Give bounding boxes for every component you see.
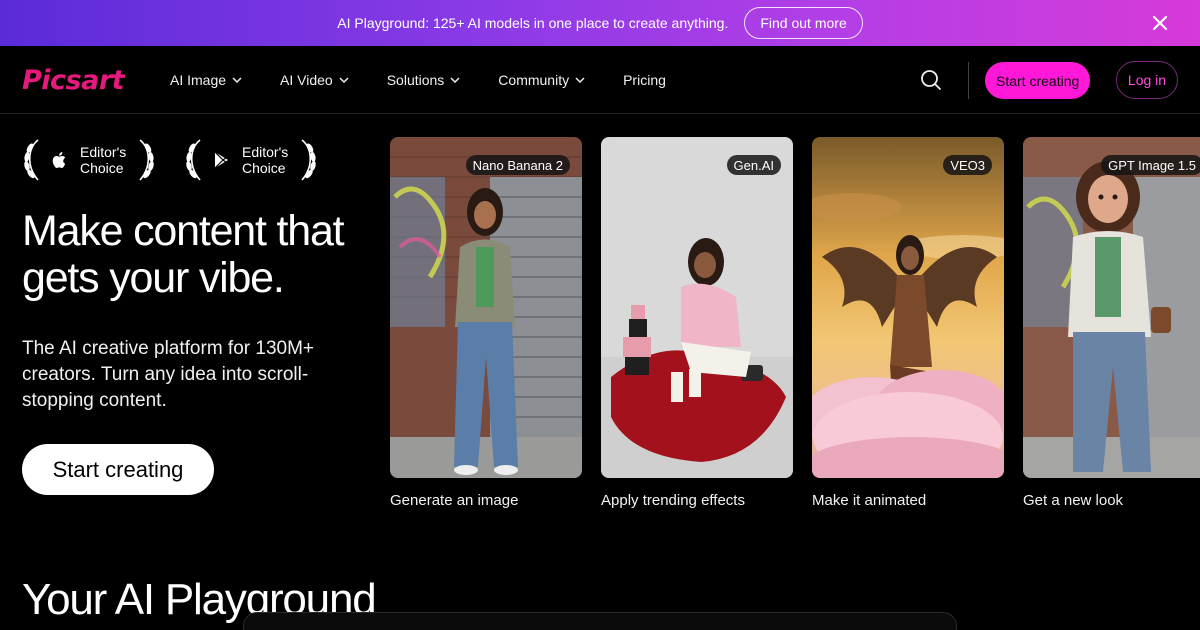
card-caption: Generate an image: [390, 492, 519, 509]
picsart-logo[interactable]: Picsart: [22, 65, 125, 96]
feature-card-effects[interactable]: Gen.AI Apply trending effects: [601, 137, 793, 509]
search-icon[interactable]: [920, 69, 942, 91]
feature-card-new-look[interactable]: GPT Image 1.5 Get a new look: [1023, 137, 1200, 509]
nav-item-ai-video[interactable]: AI Video: [280, 72, 349, 88]
model-badge: Nano Banana 2: [465, 155, 570, 175]
model-badge: VEO3: [943, 155, 992, 175]
model-badge: Gen.AI: [726, 155, 781, 175]
nav-item-pricing[interactable]: Pricing: [623, 72, 666, 88]
angel-cloud-image: [812, 137, 1004, 478]
card-caption: Apply trending effects: [601, 492, 745, 509]
street-portrait-image: [390, 137, 582, 478]
nav-item-ai-image[interactable]: AI Image: [170, 72, 242, 88]
awards-row: Editor's Choice Editor's Choice: [22, 138, 318, 182]
nav-item-label: Community: [498, 72, 570, 88]
model-badge: GPT Image 1.5: [1101, 155, 1200, 175]
award-text: Editor's Choice: [80, 144, 127, 176]
nav-menu: AI Image AI Video Solutions Community Pr…: [170, 46, 704, 114]
hero-title: Make content that gets your vibe.: [22, 207, 345, 302]
google-play-icon: [214, 151, 228, 169]
clay-figure-image: [1023, 137, 1200, 478]
login-button[interactable]: Log in: [1116, 61, 1178, 99]
top-nav: Picsart AI Image AI Video Solutions Comm…: [0, 46, 1200, 114]
studio-portrait-image: [601, 137, 793, 478]
award-apple: Editor's Choice: [22, 138, 156, 182]
laurel-left-icon: [24, 139, 39, 181]
promo-banner: AI Playground: 125+ AI models in one pla…: [0, 0, 1200, 46]
nav-item-label: AI Video: [280, 72, 333, 88]
find-out-more-button[interactable]: Find out more: [744, 7, 863, 39]
card-image: GPT Image 1.5: [1023, 137, 1200, 478]
feature-card-generate[interactable]: Nano Banana 2 Generate an image: [390, 137, 582, 509]
hero-start-creating-button[interactable]: Start creating: [22, 444, 214, 495]
start-creating-button[interactable]: Start creating: [985, 62, 1091, 99]
promo-text: AI Playground: 125+ AI models in one pla…: [337, 15, 729, 31]
card-caption: Get a new look: [1023, 492, 1124, 509]
nav-item-community[interactable]: Community: [498, 72, 585, 88]
card-image: Nano Banana 2: [390, 137, 582, 478]
chevron-down-icon: [232, 77, 242, 83]
card-image: Gen.AI: [601, 137, 793, 478]
playground-panel: [243, 612, 957, 630]
laurel-right-icon: [139, 139, 154, 181]
chevron-down-icon: [450, 77, 460, 83]
nav-item-label: Pricing: [623, 72, 666, 88]
chevron-down-icon: [575, 77, 585, 83]
nav-divider: [968, 62, 969, 99]
feature-card-animated[interactable]: VEO3 Make it animated: [812, 137, 1004, 509]
laurel-left-icon: [186, 139, 201, 181]
nav-item-solutions[interactable]: Solutions: [387, 72, 461, 88]
card-image: VEO3: [812, 137, 1004, 478]
laurel-right-icon: [301, 139, 316, 181]
close-icon[interactable]: [1150, 13, 1170, 33]
nav-item-label: Solutions: [386, 72, 445, 88]
award-google-play: Editor's Choice: [184, 138, 318, 182]
chevron-down-icon: [339, 77, 349, 83]
apple-icon: [52, 152, 66, 168]
card-caption: Make it animated: [812, 492, 927, 509]
hero-subtitle: The AI creative platform for 130M+ creat…: [22, 338, 314, 411]
nav-item-label: AI Image: [170, 72, 227, 88]
award-text: Editor's Choice: [242, 144, 289, 176]
